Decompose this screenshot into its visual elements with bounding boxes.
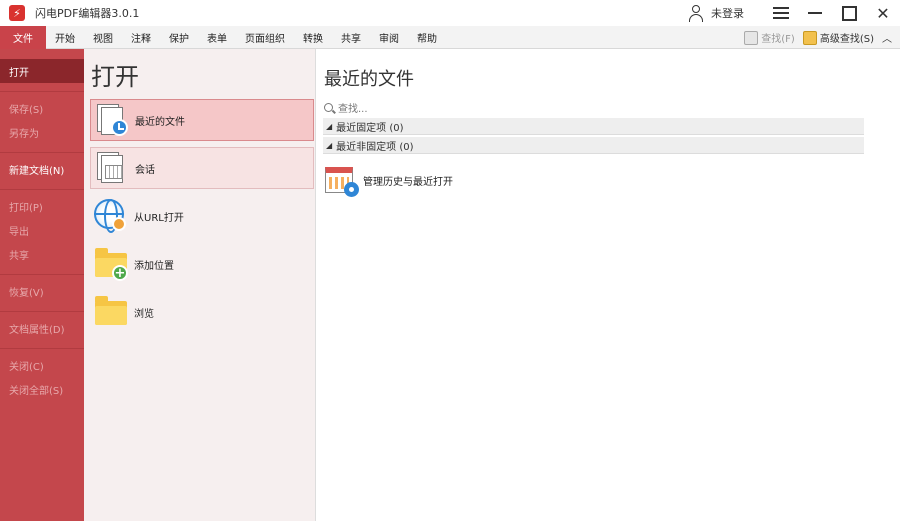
tab-comment[interactable]: 注释 [122, 26, 160, 49]
open-option-browse[interactable]: 浏览 [90, 291, 314, 333]
find-button[interactable]: 查找(F) [744, 30, 795, 45]
search-input[interactable]: 查找... [338, 100, 368, 115]
open-options-panel: 打开 最近的文件 会话 从URL打开 + 添加位置 浏览 [84, 49, 316, 521]
divider [0, 91, 84, 92]
open-option-label: 会话 [135, 164, 155, 176]
title-bar: ⚡ 闪电PDF编辑器3.0.1 未登录 ✕ [0, 0, 900, 26]
open-option-recent-files[interactable]: 最近的文件 [90, 99, 314, 141]
divider [0, 152, 84, 153]
find-label: 查找(F) [761, 34, 795, 45]
collapse-triangle-icon: ◢ [326, 121, 333, 131]
open-option-from-url[interactable]: 从URL打开 [90, 195, 314, 237]
sidebar-item-open[interactable]: 打开 [0, 59, 84, 83]
advanced-find-label: 高级查找(S) [819, 34, 874, 45]
panel-title: 打开 [91, 63, 139, 91]
tab-file[interactable]: 文件 [0, 25, 46, 49]
sidebar-item-new-document[interactable]: 新建文档(N) [0, 157, 84, 181]
tab-convert[interactable]: 转换 [294, 26, 332, 49]
login-status[interactable]: 未登录 [711, 5, 744, 21]
sidebar-item-document-properties[interactable]: 文档属性(D) [0, 316, 84, 340]
title-bar-controls: 未登录 ✕ [687, 0, 900, 26]
divider [0, 274, 84, 275]
close-button[interactable]: ✕ [866, 0, 900, 26]
divider [0, 311, 84, 312]
divider [0, 348, 84, 349]
maximize-icon [841, 5, 857, 21]
app-title: 闪电PDF编辑器3.0.1 [35, 7, 140, 20]
find-icon [744, 30, 759, 45]
open-option-session[interactable]: 会话 [90, 147, 314, 189]
group-label: 最近固定项 (0) [336, 122, 404, 134]
tab-review[interactable]: 审阅 [370, 26, 408, 49]
group-label: 最近非固定项 (0) [336, 141, 414, 153]
sidebar-item-restore[interactable]: 恢复(V) [0, 279, 84, 303]
chevron-up-icon[interactable]: ︿ [882, 30, 892, 45]
calendar-settings-icon [325, 163, 359, 197]
menu-button[interactable] [764, 0, 798, 26]
file-sidebar: 打开 保存(S) 另存为 新建文档(N) 打印(P) 导出 共享 恢复(V) 文… [0, 49, 84, 521]
tab-view[interactable]: 视图 [84, 26, 122, 49]
globe-link-icon [92, 197, 130, 235]
open-option-label: 添加位置 [134, 260, 174, 272]
folder-icon [92, 293, 130, 331]
close-icon: ✕ [876, 3, 890, 23]
open-option-label: 最近的文件 [135, 116, 185, 128]
open-option-add-location[interactable]: + 添加位置 [90, 243, 314, 285]
ribbon-right-tools: 查找(F) 高级查找(S) ︿ [744, 26, 900, 49]
open-option-label: 从URL打开 [134, 212, 184, 224]
maximize-button[interactable] [832, 0, 866, 26]
manage-history-button[interactable]: 管理历史与最近打开 [325, 163, 453, 197]
tab-protect[interactable]: 保护 [160, 26, 198, 49]
advanced-find-icon [802, 30, 817, 45]
recent-search[interactable]: 查找... [324, 100, 368, 115]
manage-history-label: 管理历史与最近打开 [363, 176, 453, 188]
divider [0, 189, 84, 190]
recent-files-icon [93, 101, 131, 139]
recent-files-panel: 最近的文件 查找... ◢ 最近固定项 (0) ◢ 最近非固定项 (0) 管理历… [317, 49, 900, 521]
app-logo-icon: ⚡ [9, 5, 25, 21]
hamburger-icon [773, 7, 789, 19]
session-icon [93, 149, 131, 187]
add-folder-icon: + [92, 245, 130, 283]
sidebar-item-export[interactable]: 导出 [0, 218, 84, 242]
group-pinned-recent[interactable]: ◢ 最近固定项 (0) [323, 118, 864, 135]
user-icon[interactable] [687, 4, 705, 22]
tab-home[interactable]: 开始 [46, 26, 84, 49]
open-option-label: 浏览 [134, 308, 154, 320]
sidebar-item-print[interactable]: 打印(P) [0, 194, 84, 218]
ribbon-tab-bar: 文件 开始 视图 注释 保护 表单 页面组织 转换 共享 审阅 帮助 查找(F)… [0, 25, 900, 49]
minimize-icon [808, 12, 822, 14]
sidebar-item-close[interactable]: 关闭(C) [0, 353, 84, 377]
tab-share[interactable]: 共享 [332, 26, 370, 49]
search-icon [324, 103, 333, 112]
sidebar-item-close-all[interactable]: 关闭全部(S) [0, 377, 84, 401]
group-unpinned-recent[interactable]: ◢ 最近非固定项 (0) [323, 137, 864, 154]
recent-files-title: 最近的文件 [324, 69, 414, 90]
advanced-find-button[interactable]: 高级查找(S) [802, 30, 874, 45]
tab-help[interactable]: 帮助 [408, 26, 446, 49]
tab-organize-pages[interactable]: 页面组织 [236, 26, 294, 49]
sidebar-item-share[interactable]: 共享 [0, 242, 84, 266]
minimize-button[interactable] [798, 0, 832, 26]
sidebar-item-save[interactable]: 保存(S) [0, 96, 84, 120]
sidebar-item-save-as[interactable]: 另存为 [0, 120, 84, 144]
collapse-triangle-icon: ◢ [326, 140, 333, 150]
tab-form[interactable]: 表单 [198, 26, 236, 49]
